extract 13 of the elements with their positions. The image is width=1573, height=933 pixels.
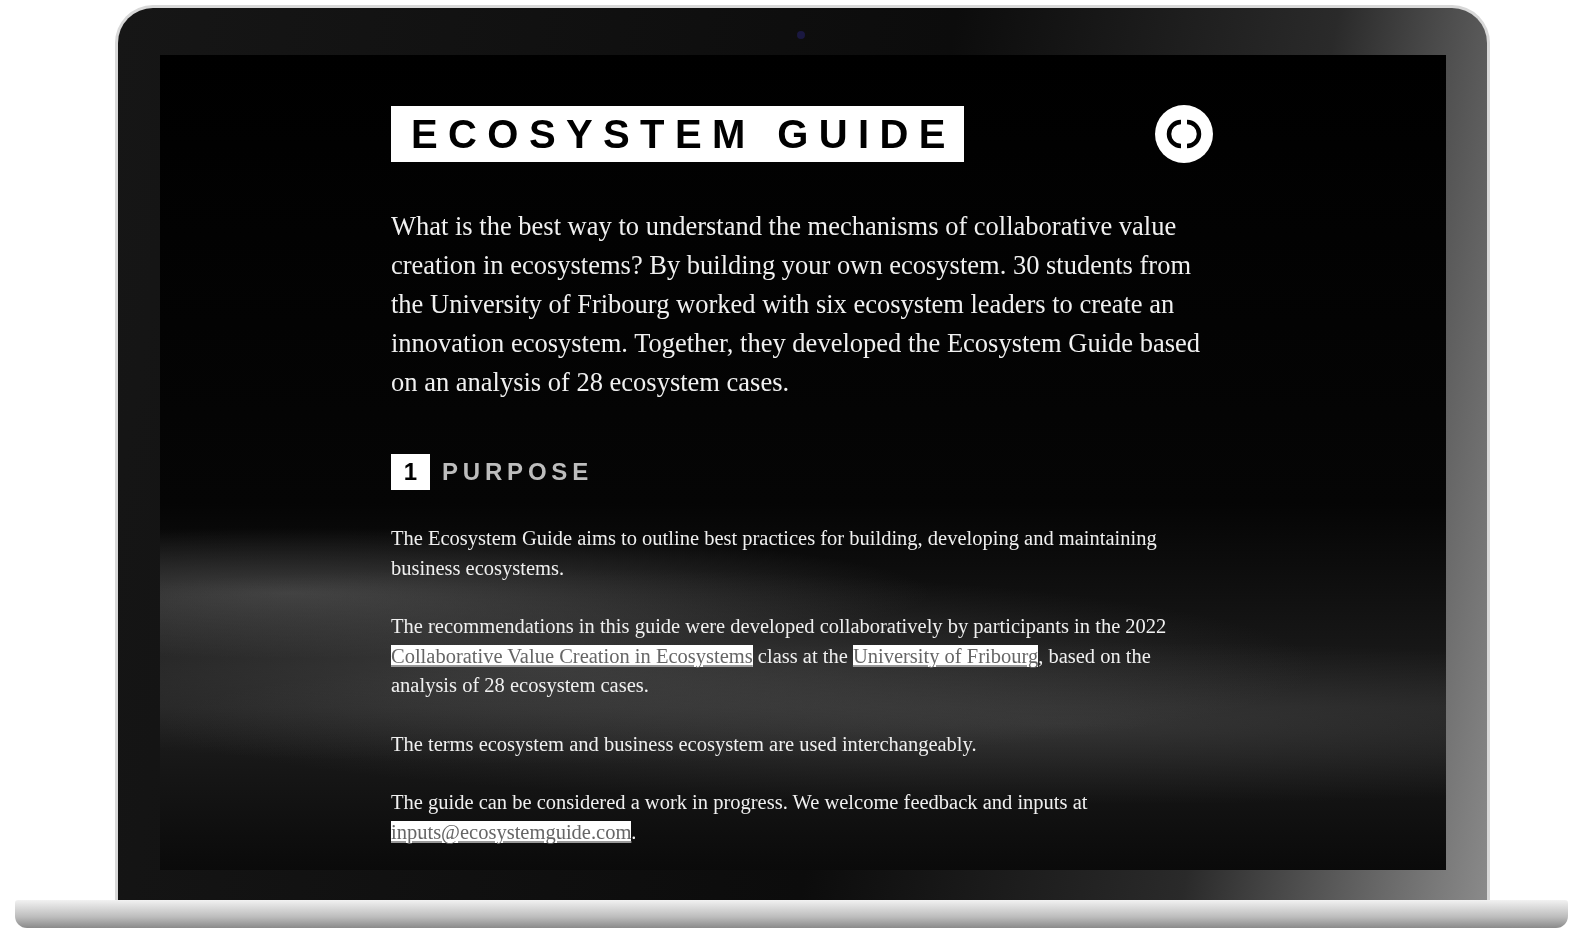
site-title: ECOSYSTEM GUIDE: [391, 106, 964, 162]
body-paragraph: The recommendations in this guide were developed collaboratively by participants in the 2022 Collaborative Value Creation in Ecosystems class at the University of Fribourg, based on the analysis of 28 ecosystem cases.: [391, 614, 1168, 699]
text-link[interactable]: inputs@ecosystemguide.com: [391, 820, 632, 843]
intro-paragraph: What is the best way to understand the mechanisms of collaborative value creation in ecosystems? By building your own ecosystem. 30 students from the University of Fribourg worked with six ecosystem leaders to create an innovation ecosystem. Together, they developed the Ecosystem Guide based on an analysis of 28 ecosystem cases.: [391, 210, 1202, 399]
text-link[interactable]: University of Fribourg: [852, 644, 1039, 667]
section-number: 1: [391, 454, 430, 490]
body-paragraph: The guide can be considered a work in progress. We welcome feedback and inputs at inputs@ecosystemguide.com.: [391, 790, 1089, 846]
section-heading: PURPOSE: [442, 458, 593, 486]
text-link[interactable]: Collaborative Value Creation in Ecosystems: [391, 644, 753, 667]
body-paragraph: The Ecosystem Guide aims to outline best practices for building, developing and maintaining business ecosystems.: [391, 526, 1158, 582]
logo-icon[interactable]: [1155, 105, 1213, 163]
body-paragraph: The terms ecosystem and business ecosystem are used interchangeably.: [391, 731, 978, 758]
camera-icon: [796, 30, 806, 40]
